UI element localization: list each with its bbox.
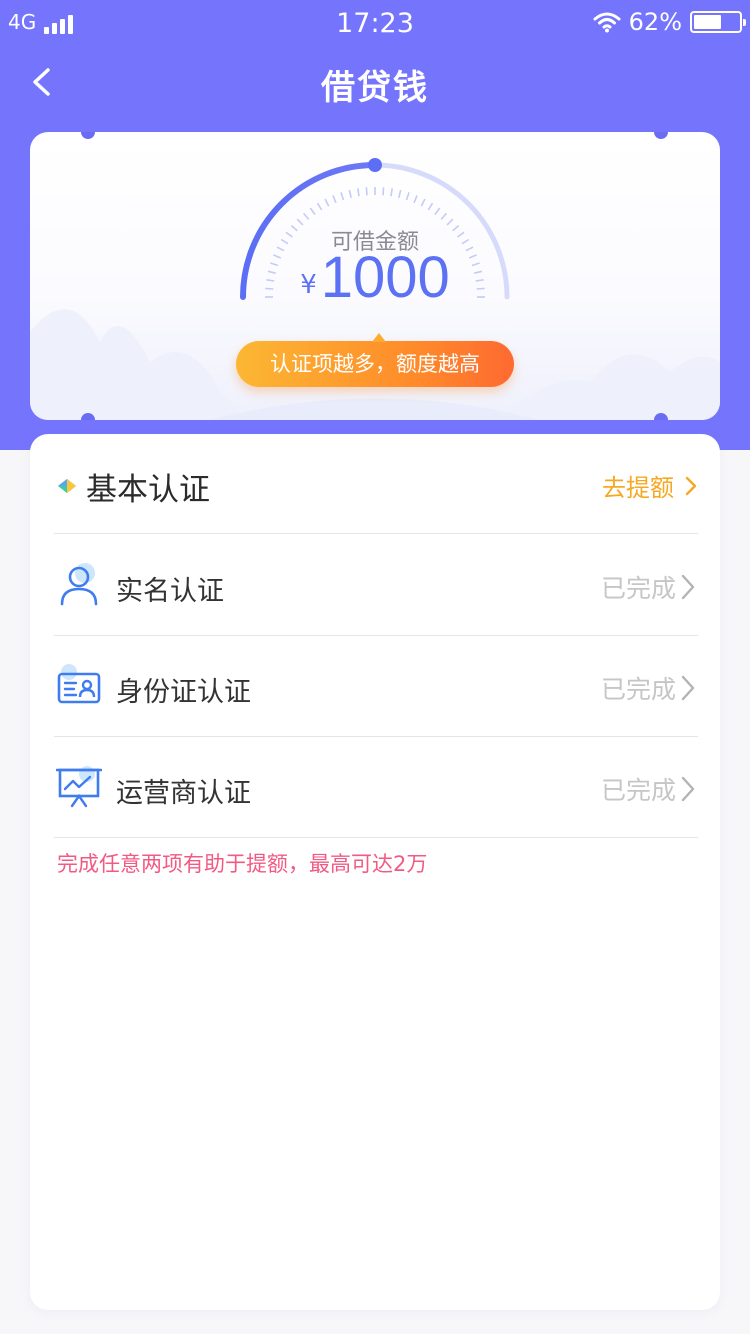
gauge-tick (398, 189, 402, 198)
gauge-tick (440, 212, 448, 220)
gauge-tick (348, 189, 352, 198)
card-dot-bottom-right (654, 413, 668, 420)
diamond-icon (58, 479, 76, 493)
item-status: 已完成 (601, 569, 698, 605)
raise-limit-button[interactable]: 去提额 (602, 468, 698, 503)
item-label: 实名认证 (116, 576, 224, 607)
item-status-text: 已完成 (600, 776, 676, 805)
status-right: 62% (593, 8, 746, 36)
quota-value: 1000 (320, 245, 450, 310)
raise-limit-label: 去提额 (602, 474, 674, 502)
currency-symbol: ¥ (300, 270, 317, 300)
gauge-tick (390, 188, 393, 197)
gauge-tick (309, 207, 316, 215)
id-card-icon (57, 664, 101, 704)
status-bar: 4G 17:23 62% (0, 0, 750, 46)
item-label: 运营商认证 (116, 778, 251, 809)
gauge-tick (324, 198, 330, 207)
item-status: 已完成 (601, 670, 698, 706)
certification-card: 基本认证 去提额 实名认证 已完成 身份证认证 已完成 运营商认证 已完成 完成… (30, 434, 720, 1310)
decor-foliage-left (30, 309, 250, 420)
card-dot-bottom-left (81, 413, 95, 420)
gauge-tick (420, 198, 426, 207)
gauge-tick (382, 187, 385, 196)
gauge-tick (332, 195, 337, 204)
item-status-text: 已完成 (600, 574, 676, 603)
battery-percent: 62% (628, 8, 682, 36)
battery-icon (690, 11, 746, 33)
gauge-tick (434, 207, 441, 215)
section-header: 基本认证 去提额 (54, 454, 698, 534)
gauge-tick (405, 192, 410, 201)
gauge-tick (427, 202, 434, 211)
limit-hint: 完成任意两项有助于提额，最高可达2万 (57, 852, 428, 876)
quota-card: 可借金额 ¥1000 认证项越多，额度越高 (30, 132, 720, 420)
chart-board-icon (56, 766, 102, 808)
item-label: 身份证认证 (116, 677, 251, 708)
gauge-tick (413, 195, 418, 204)
quota-tip-badge: 认证项越多，额度越高 (236, 333, 514, 387)
chevron-right-icon (681, 574, 695, 600)
gauge-knob (368, 158, 382, 172)
gauge-tick (365, 187, 368, 196)
wifi-icon (593, 12, 621, 33)
section-title: 基本认证 (86, 472, 210, 508)
item-real-name[interactable]: 实名认证 已完成 (54, 535, 698, 636)
quota-amount: ¥1000 (30, 244, 720, 311)
gauge-tick (316, 202, 323, 211)
battery-level (694, 15, 721, 29)
decor-hill (210, 398, 540, 420)
item-carrier[interactable]: 运营商认证 已完成 (54, 737, 698, 838)
chevron-right-icon (681, 776, 695, 802)
item-id-card[interactable]: 身份证认证 已完成 (54, 636, 698, 737)
gauge-tick (302, 212, 310, 220)
gauge-tick (357, 188, 360, 197)
nav-bar: 借贷钱 (0, 50, 750, 114)
page-title: 借贷钱 (321, 68, 429, 108)
item-status-text: 已完成 (600, 675, 676, 704)
item-status: 已完成 (601, 771, 698, 807)
chevron-right-icon (685, 476, 697, 495)
gauge-tick (340, 192, 345, 201)
decor-foliage-right (500, 354, 720, 420)
chevron-right-icon (681, 675, 695, 701)
person-icon (60, 563, 98, 606)
